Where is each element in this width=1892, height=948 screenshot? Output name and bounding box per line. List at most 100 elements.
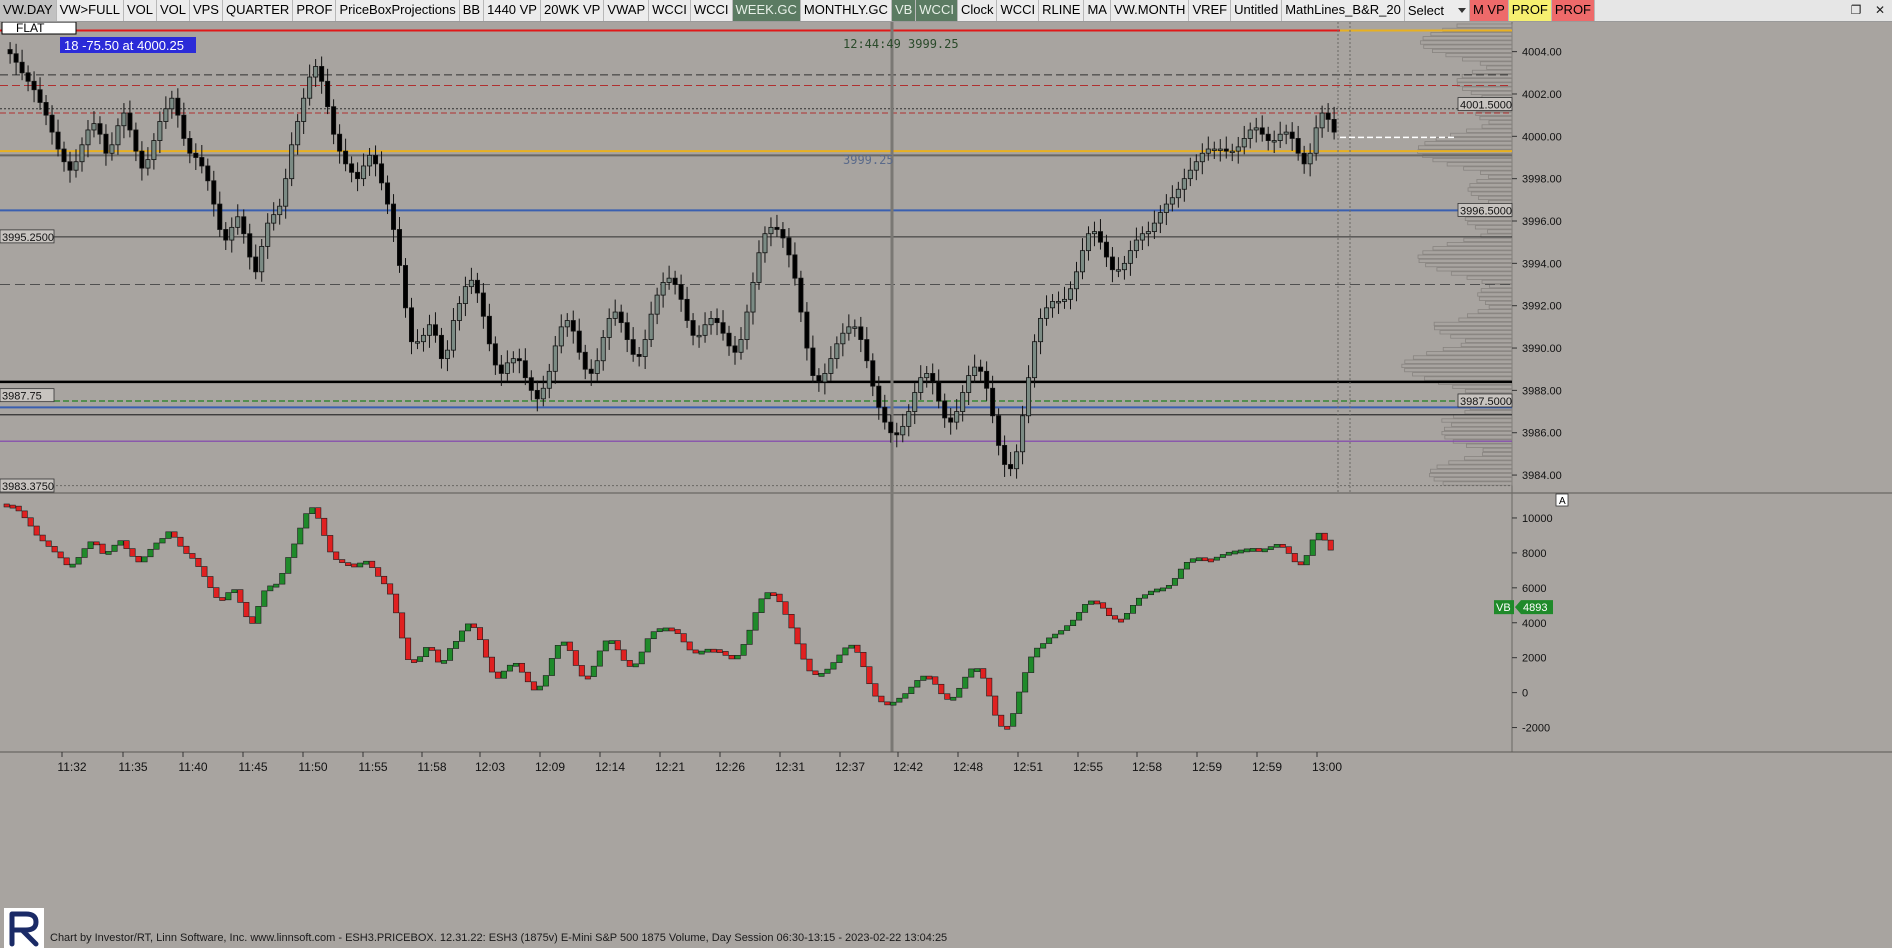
toolbar-button-vb[interactable]: VB: [891, 0, 917, 21]
delta-bar: [441, 660, 448, 664]
delta-bar: [297, 527, 304, 545]
candle: [582, 344, 588, 380]
toolbar-button-prof[interactable]: PROF: [293, 0, 337, 21]
toolbar-button-bb[interactable]: BB: [459, 0, 485, 21]
toolbar-button-1440-vp[interactable]: 1440 VP: [484, 0, 541, 21]
volume-profile-bar: [1442, 346, 1513, 352]
candle: [1319, 105, 1325, 138]
candle: [924, 366, 930, 388]
delta-bar: [231, 589, 238, 593]
select-dropdown[interactable]: Select: [1404, 0, 1470, 21]
candle: [163, 96, 169, 129]
toolbar-button-rline[interactable]: RLINE: [1039, 0, 1085, 21]
volume-panel[interactable]: A 10000 8000 6000 4000 2000 0 -2000 VB 4893: [3, 493, 1569, 735]
candle-body: [1151, 222, 1157, 232]
candle: [618, 304, 624, 333]
candle: [738, 327, 744, 360]
candle: [265, 213, 271, 259]
delta-bar: [896, 697, 903, 703]
delta-bar: [866, 666, 873, 685]
delta-bar: [321, 517, 328, 536]
time-tick-label: 11:40: [178, 760, 207, 774]
candle: [277, 198, 283, 225]
toolbar-button-clock[interactable]: Clock: [957, 0, 998, 21]
toolbar-button-week-gc[interactable]: WEEK.GC: [732, 0, 801, 21]
delta-bar: [369, 560, 376, 568]
volume-profile-bar: [1485, 300, 1513, 306]
delta-bar: [153, 542, 160, 550]
window-controls: ❐ ✕: [1844, 0, 1892, 21]
volume-profile-bar: [1404, 367, 1513, 373]
toolbar-button-untitled[interactable]: Untitled: [1231, 0, 1283, 21]
toolbar-button-vps[interactable]: VPS: [189, 0, 223, 21]
candle-body: [1247, 129, 1253, 139]
delta-bar: [980, 668, 987, 679]
toolbar-button-monthly-gc[interactable]: MONTHLY.GC: [800, 0, 892, 21]
candle-body: [133, 129, 139, 152]
candle-body: [325, 80, 331, 108]
delta-bar: [1022, 672, 1029, 693]
candle-body: [1163, 203, 1169, 213]
candle: [1109, 247, 1115, 283]
toolbar-button-vw-day[interactable]: VW.DAY: [0, 0, 57, 21]
delta-bar: [686, 641, 693, 651]
delta-bar: [806, 658, 813, 672]
candle-body: [984, 370, 990, 389]
time-price-label: 12:44:49 3999.25: [843, 37, 959, 51]
toolbar-button-wcci[interactable]: WCCI: [690, 0, 733, 21]
toolbar-button-m-vp[interactable]: M VP: [1469, 0, 1509, 21]
delta-bar: [758, 598, 765, 613]
toolbar-button-prof[interactable]: PROF: [1508, 0, 1552, 21]
toolbar-button-priceboxprojections[interactable]: PriceBoxProjections: [336, 0, 460, 21]
toolbar-button-vol[interactable]: VOL: [123, 0, 157, 21]
toolbar-button-quarter[interactable]: QUARTER: [222, 0, 294, 21]
delta-bar: [986, 677, 993, 697]
volume-profile-bar: [1463, 166, 1513, 171]
candle-body: [1241, 138, 1247, 148]
delta-bar: [117, 540, 124, 546]
delta-bar: [201, 566, 208, 577]
delta-bar: [494, 671, 501, 679]
candle-body: [1139, 233, 1145, 241]
toolbar-button-vref[interactable]: VREF: [1189, 0, 1232, 21]
toolbar-button-wcci[interactable]: WCCI: [916, 0, 958, 21]
volume-profile-bar: [1446, 241, 1513, 247]
toolbar-button-wcci[interactable]: WCCI: [649, 0, 691, 21]
restore-icon[interactable]: ❐: [1844, 0, 1868, 21]
price-panel[interactable]: FLAT 18 -75.50 at 4000.25 12:44:49 3999.25…: [0, 22, 1892, 752]
candle: [67, 151, 73, 183]
toolbar-button-20wk-vp[interactable]: 20WK VP: [540, 0, 605, 21]
toolbar-button-mathlines-b-r-20[interactable]: MathLines_B&R_20: [1282, 0, 1405, 21]
candle-body: [127, 112, 133, 131]
chart-area[interactable]: FLAT 18 -75.50 at 4000.25 12:44:49 3999.25…: [0, 22, 1892, 930]
candle: [456, 296, 462, 331]
candle: [109, 132, 115, 161]
time-tick-label: 12:59: [1192, 760, 1222, 774]
delta-bar: [45, 540, 52, 547]
delta-bar: [129, 548, 136, 557]
candle: [930, 363, 936, 395]
close-icon[interactable]: ✕: [1868, 0, 1892, 21]
toolbar-button-vwap[interactable]: VWAP: [604, 0, 650, 21]
toolbar-button-vw-month[interactable]: VW.MONTH: [1110, 0, 1190, 21]
candle-body: [367, 154, 373, 167]
toolbar-button-wcci[interactable]: WCCI: [997, 0, 1040, 21]
candle: [918, 365, 924, 400]
price-tag: 3996.5000: [1460, 205, 1512, 217]
delta-bar: [566, 641, 573, 651]
delta-bar: [920, 675, 927, 681]
volume-profile-bar: [1479, 116, 1513, 121]
toolbar-button-vw-full[interactable]: VW>FULL: [56, 0, 124, 21]
candle: [1187, 157, 1193, 187]
toolbar-button-ma[interactable]: MA: [1084, 0, 1111, 21]
toolbar-button-prof[interactable]: PROF: [1551, 0, 1596, 21]
candle-body: [798, 277, 804, 313]
delta-bar: [57, 551, 64, 559]
delta-bar: [668, 627, 675, 632]
candle: [91, 111, 97, 138]
candle-body: [1295, 138, 1301, 154]
volume-profile-bar: [1412, 355, 1513, 360]
candle-body: [1301, 152, 1307, 165]
toolbar-button-vol[interactable]: VOL: [156, 0, 190, 21]
candle-body: [408, 307, 414, 343]
